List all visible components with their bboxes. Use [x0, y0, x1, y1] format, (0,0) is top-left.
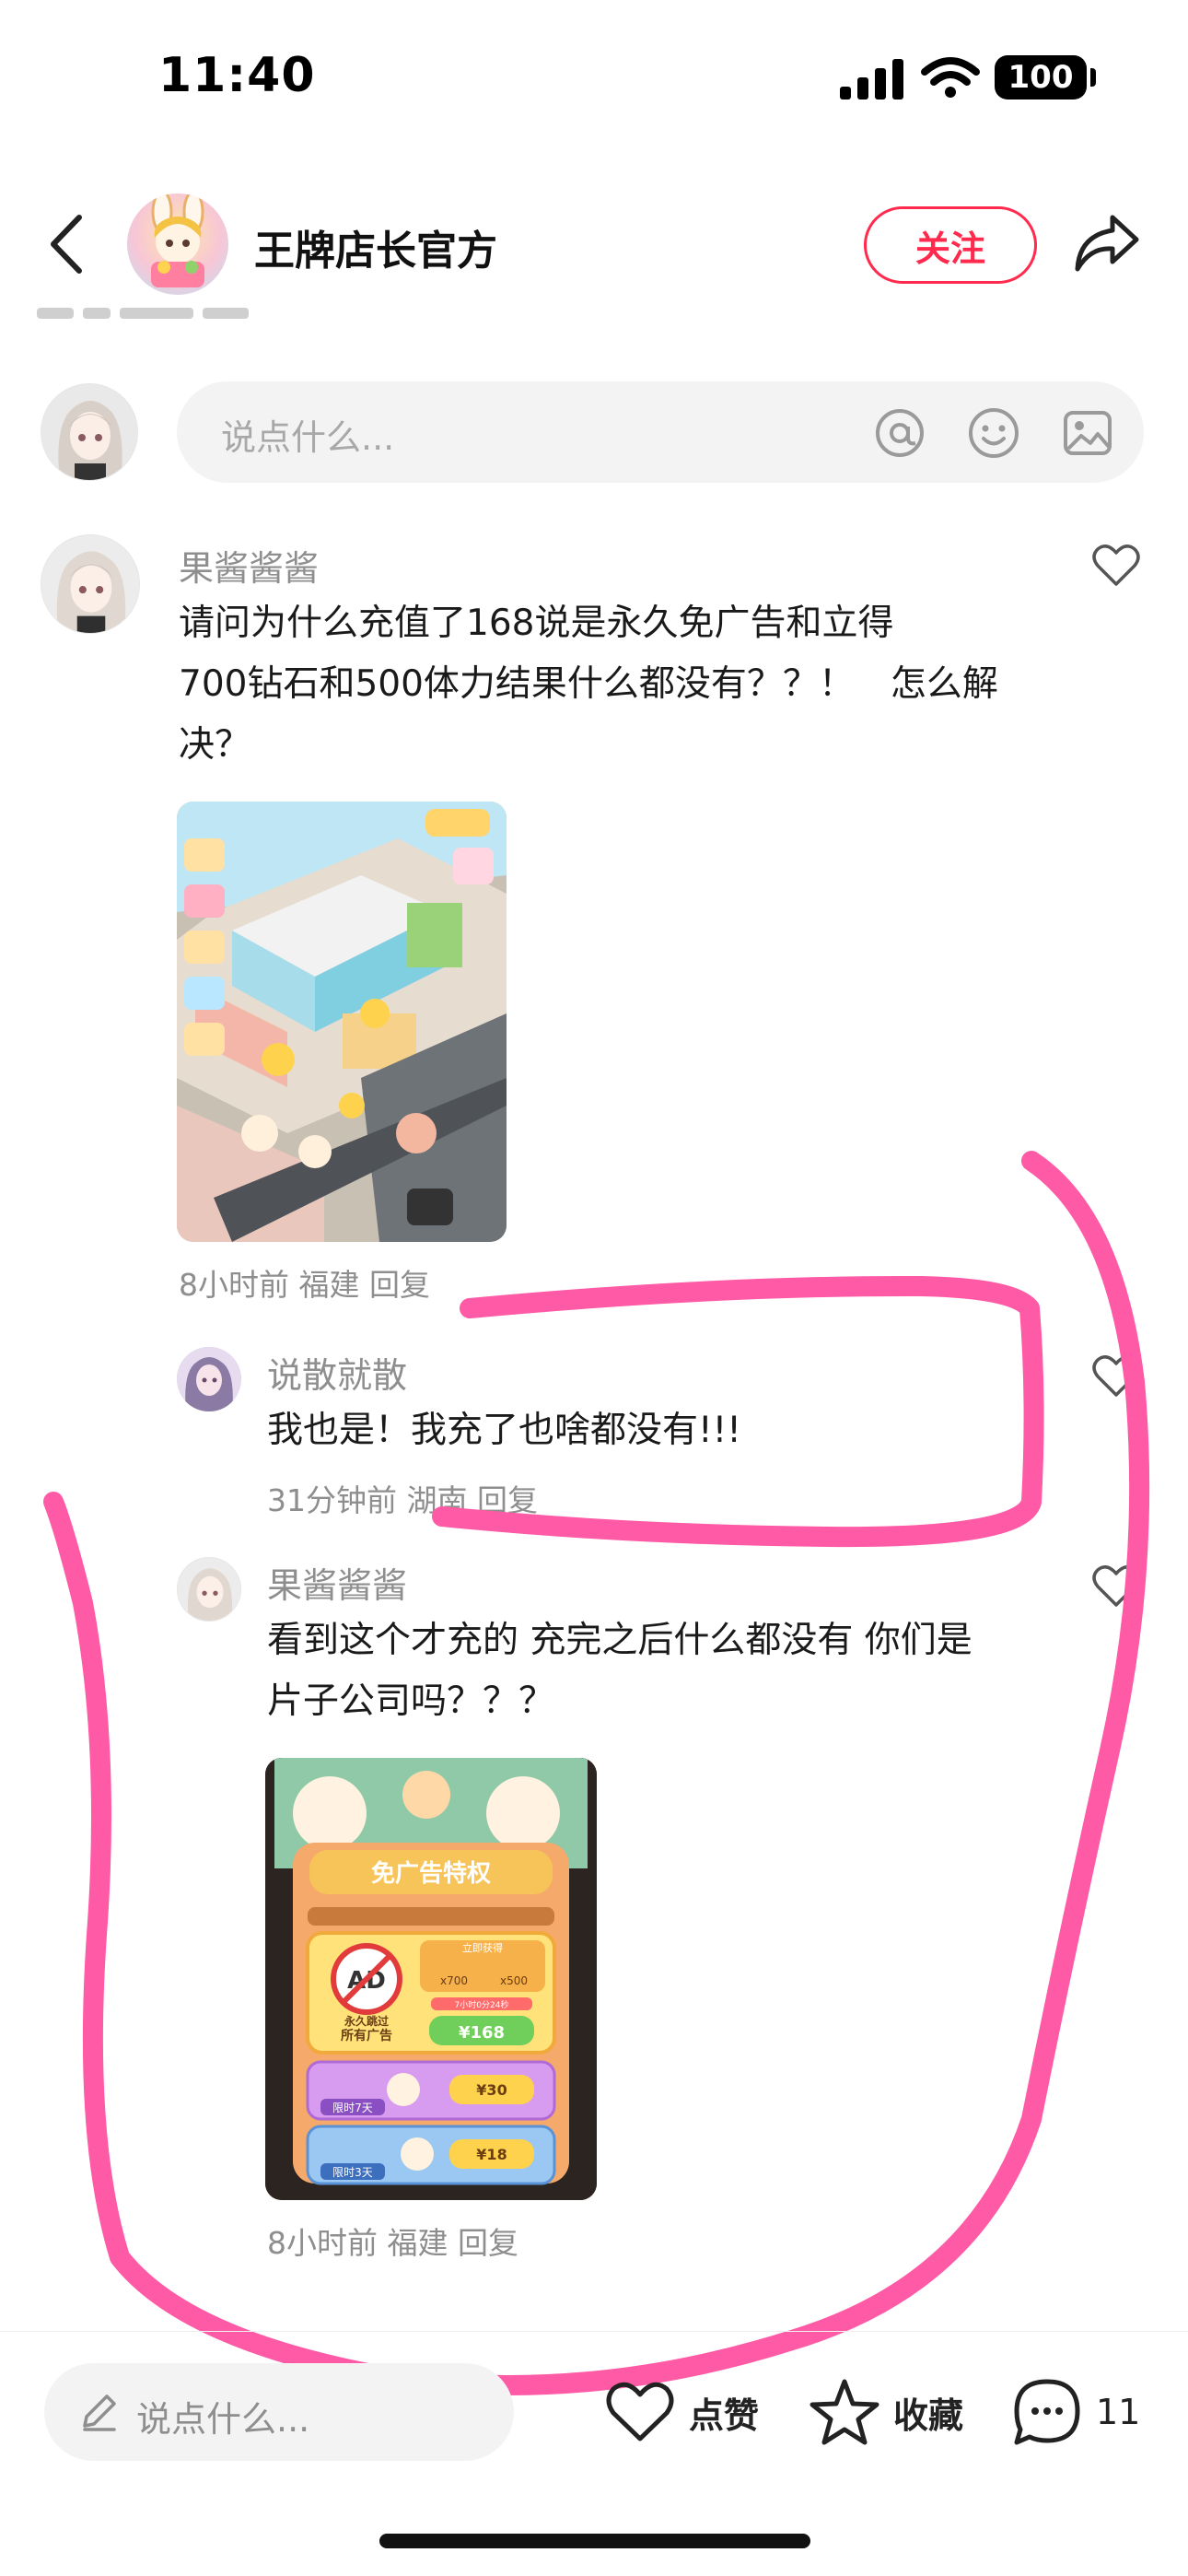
signal-icon: [840, 59, 903, 100]
offer-timer: 7小时0分24秒: [455, 1999, 509, 2010]
reply-author[interactable]: 果酱酱酱: [267, 1557, 407, 1608]
ad-free-shop-illustration: 免广告特权 AD 永久跳过 所有广告 立即获得 x700 x500 7小时0分2…: [265, 1758, 597, 2200]
commenter-avatar[interactable]: [41, 534, 140, 634]
post-header: 王牌店长官方 关注: [0, 184, 1188, 304]
back-icon[interactable]: [44, 212, 90, 276]
comment-input-placeholder: 说点什么...: [221, 417, 395, 458]
comment-attached-image[interactable]: [177, 802, 507, 1242]
reply-meta[interactable]: 8小时前 福建 回复: [267, 2219, 518, 2263]
price-168: ¥168: [459, 2023, 505, 2043]
collect-label: 收藏: [893, 2395, 964, 2436]
emoji-icon[interactable]: [967, 406, 1020, 460]
reply-attached-image[interactable]: 免广告特权 AD 永久跳过 所有广告 立即获得 x700 x500 7小时0分2…: [265, 1758, 597, 2200]
status-bar: 11:40 100: [0, 0, 1188, 157]
reply-text-line: 我也是！我充了也啥都没有!!!: [267, 1410, 741, 1451]
instant-label: 立即获得: [462, 1941, 503, 1954]
heart-icon[interactable]: [1090, 1561, 1142, 1612]
reply-text[interactable]: 我也是！我充了也啥都没有!!!: [267, 1400, 1077, 1461]
author-name[interactable]: 王牌店长官方: [254, 217, 497, 276]
comment-author[interactable]: 果酱酱酱: [179, 540, 319, 591]
my-avatar: [41, 383, 138, 481]
reply-text[interactable]: 看到这个才充的 充完之后什么都没有 你们是 片子公司吗？？？: [267, 1610, 1077, 1732]
bottom-action-bar: 说点什么... 点赞 收藏 11: [0, 2331, 1188, 2515]
comment-count-button[interactable]: 11: [1009, 2372, 1140, 2452]
at-icon[interactable]: [873, 406, 926, 460]
truncated-text-line: [37, 304, 276, 321]
status-time: 11:40: [158, 48, 316, 103]
battery-indicator: 100: [995, 55, 1087, 100]
reply-avatar[interactable]: [177, 1347, 241, 1411]
heart-icon[interactable]: [1090, 1351, 1142, 1402]
comment-text-line: 700钻石和500体力结果什么都没有？？！ 怎么解: [179, 663, 998, 705]
reply-text-line: 片子公司吗？？？: [267, 1680, 555, 1722]
heart-icon[interactable]: [1090, 540, 1142, 591]
heart-icon: [606, 2382, 674, 2441]
author-avatar[interactable]: [127, 193, 228, 295]
pencil-icon: [83, 2395, 116, 2431]
my-avatar-art: [41, 384, 137, 480]
image-icon[interactable]: [1061, 406, 1114, 460]
comment-input-row: 说点什么...: [0, 378, 1188, 488]
perm-skip-text: 永久跳过: [344, 2014, 389, 2028]
like-button[interactable]: 点赞: [602, 2372, 759, 2452]
reply-author[interactable]: 说散就散: [267, 1347, 407, 1398]
collect-button[interactable]: 收藏: [807, 2372, 963, 2452]
comment-input[interactable]: 说点什么...: [177, 381, 1144, 483]
like-label: 点赞: [689, 2395, 760, 2436]
shop-title: 免广告特权: [371, 1859, 491, 1888]
bottom-comment-input[interactable]: 说点什么...: [44, 2363, 514, 2461]
diamond-count: x700: [440, 1974, 468, 1987]
comment-meta[interactable]: 8小时前 福建 回复: [179, 1260, 430, 1305]
share-icon[interactable]: [1072, 208, 1142, 278]
bottom-input-placeholder: 说点什么...: [136, 2399, 310, 2440]
game-scene-illustration: [177, 802, 507, 1242]
wifi-icon: [921, 57, 980, 98]
energy-count: x500: [500, 1974, 528, 1987]
reply-avatar[interactable]: [177, 1557, 241, 1622]
price-30: ¥30: [476, 2081, 507, 2099]
chat-bubble-icon: [1014, 2379, 1080, 2445]
follow-button[interactable]: 关注: [864, 206, 1037, 284]
reply-meta[interactable]: 31分钟前 湖南 回复: [267, 1476, 538, 1520]
comment-text-line: 请问为什么充值了168说是永久免广告和立得: [179, 603, 894, 644]
battery-tip: [1090, 68, 1096, 87]
comment-text-line: 决？: [179, 724, 251, 766]
comment-text[interactable]: 请问为什么充值了168说是永久免广告和立得 700钻石和500体力结果什么都没有…: [179, 593, 1044, 776]
reply-text-line: 看到这个才充的 充完之后什么都没有 你们是: [267, 1620, 973, 1661]
perm-skip-sub: 所有广告: [341, 2028, 392, 2043]
price-18: ¥18: [476, 2146, 507, 2163]
tier-3day-tag: 限时3天: [332, 2166, 373, 2179]
tier-7day-tag: 限时7天: [332, 2102, 373, 2114]
commenter-avatar-art: [41, 535, 139, 633]
star-icon: [809, 2379, 879, 2445]
reply-avatar-art: [177, 1347, 241, 1411]
reply-avatar-art: [178, 1558, 240, 1621]
home-indicator[interactable]: [379, 2534, 810, 2548]
comment-count: 11: [1096, 2392, 1141, 2432]
author-avatar-art: [151, 193, 204, 287]
